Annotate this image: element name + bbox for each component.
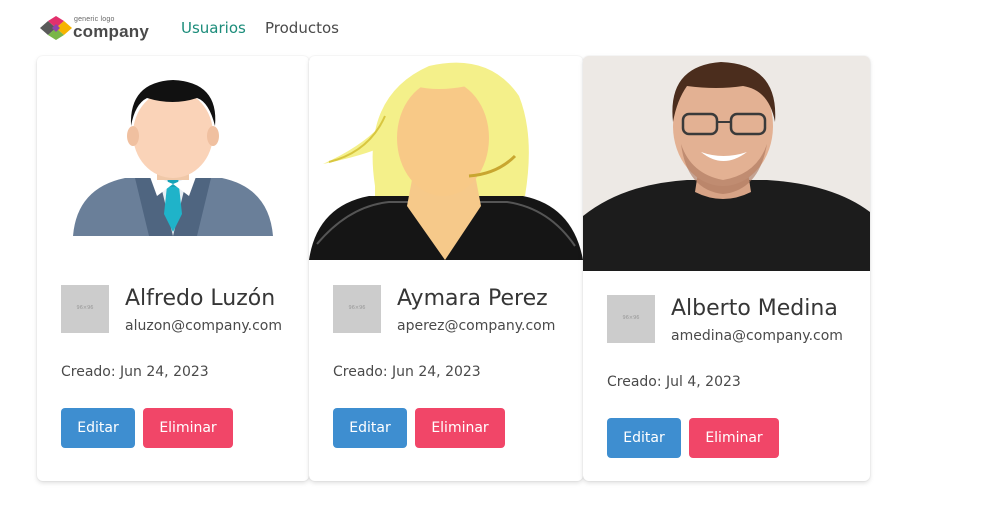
user-card: Alfredo Luzón aluzon@company.com Creado:… <box>37 56 309 481</box>
edit-button[interactable]: Editar <box>61 408 135 448</box>
delete-button[interactable]: Eliminar <box>143 408 233 448</box>
user-card: Alberto Medina amedina@company.com Cread… <box>583 56 870 481</box>
user-email: aluzon@company.com <box>125 318 283 334</box>
user-avatar-image <box>37 56 309 256</box>
edit-button[interactable]: Editar <box>607 418 681 458</box>
user-avatar-image <box>583 56 870 271</box>
company-logo[interactable]: generic logo company <box>40 14 155 42</box>
user-email: aperez@company.com <box>397 318 556 334</box>
created-date: Creado: Jul 4, 2023 <box>607 374 741 390</box>
nav-link-usuarios[interactable]: Usuarios <box>181 19 246 37</box>
user-email: amedina@company.com <box>671 328 843 344</box>
created-date: Creado: Jun 24, 2023 <box>61 364 209 380</box>
logo-wordmark: company <box>73 22 150 41</box>
user-thumbnail <box>61 285 109 333</box>
navbar: generic logo company Usuarios Productos <box>0 0 988 56</box>
nav-link-productos[interactable]: Productos <box>265 19 339 37</box>
user-avatar-image <box>309 56 583 262</box>
user-thumbnail <box>607 295 655 343</box>
created-date: Creado: Jun 24, 2023 <box>333 364 481 380</box>
user-card: Aymara Perez aperez@company.com Creado: … <box>309 56 583 481</box>
delete-button[interactable]: Eliminar <box>415 408 505 448</box>
diamond-logo-icon <box>40 16 72 40</box>
user-name: Alfredo Luzón <box>125 286 276 311</box>
edit-button[interactable]: Editar <box>333 408 407 448</box>
user-name: Alberto Medina <box>671 296 838 321</box>
user-thumbnail <box>333 285 381 333</box>
user-name: Aymara Perez <box>397 286 548 311</box>
delete-button[interactable]: Eliminar <box>689 418 779 458</box>
